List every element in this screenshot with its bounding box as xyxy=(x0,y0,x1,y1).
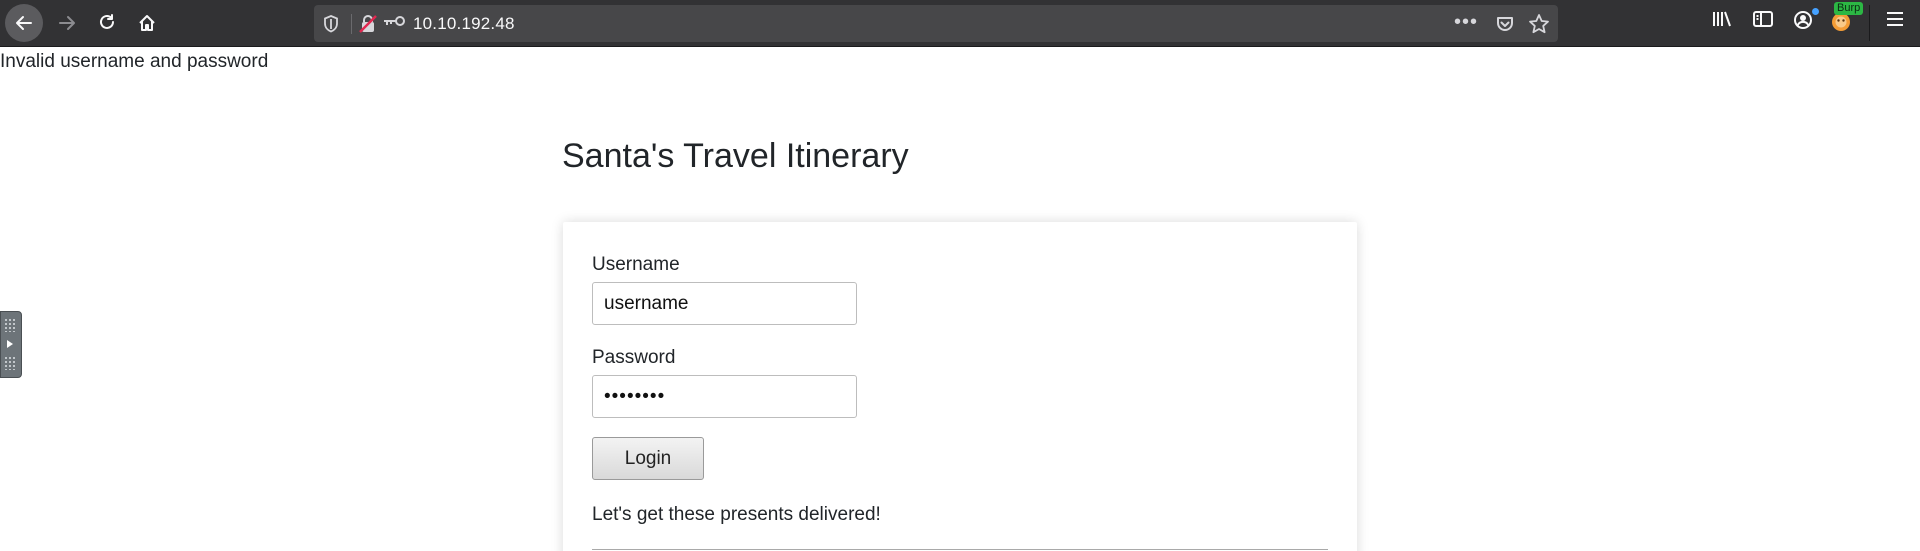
home-button[interactable] xyxy=(128,4,166,42)
password-field[interactable] xyxy=(592,375,857,418)
divider xyxy=(592,549,1328,550)
back-button[interactable] xyxy=(5,4,43,42)
url-separator xyxy=(351,14,352,34)
login-card: Username Password Login Let's get these … xyxy=(563,222,1357,551)
home-icon xyxy=(139,15,155,31)
side-panel-handle[interactable] xyxy=(0,311,22,378)
key-icon[interactable] xyxy=(382,14,406,28)
url-bar[interactable]: 10.10.192.48 ••• xyxy=(314,5,1558,42)
menu-icon[interactable] xyxy=(1884,9,1906,29)
burp-badge: Burp xyxy=(1834,2,1864,15)
insecure-lock-icon[interactable] xyxy=(358,14,378,34)
library-icon[interactable] xyxy=(1711,9,1733,29)
username-label: Username xyxy=(592,254,680,275)
sidebar-icon[interactable] xyxy=(1752,9,1774,29)
grip-icon xyxy=(4,356,16,370)
bookmark-star-icon[interactable] xyxy=(1528,13,1550,35)
username-field[interactable] xyxy=(592,282,857,325)
page-title: Santa's Travel Itinerary xyxy=(562,137,909,175)
tagline: Let's get these presents delivered! xyxy=(592,504,881,525)
reload-button[interactable] xyxy=(88,4,126,42)
login-button[interactable]: Login xyxy=(592,437,704,480)
page-actions-icon[interactable]: ••• xyxy=(1454,12,1478,32)
forward-icon xyxy=(59,16,75,30)
expand-arrow-icon xyxy=(7,340,13,348)
url-text[interactable]: 10.10.192.48 xyxy=(413,14,515,34)
account-notification-dot xyxy=(1812,8,1819,15)
account-icon[interactable] xyxy=(1792,9,1814,31)
shield-icon[interactable] xyxy=(322,14,340,34)
forward-button[interactable] xyxy=(48,4,86,42)
grip-icon xyxy=(4,318,16,332)
toolbar-separator xyxy=(1869,5,1870,41)
back-icon xyxy=(16,16,32,30)
password-label: Password xyxy=(592,347,676,368)
reload-icon xyxy=(100,14,114,29)
browser-toolbar: 10.10.192.48 ••• Burp xyxy=(0,0,1920,47)
error-message: Invalid username and password xyxy=(0,51,269,72)
pocket-icon[interactable] xyxy=(1495,14,1515,34)
